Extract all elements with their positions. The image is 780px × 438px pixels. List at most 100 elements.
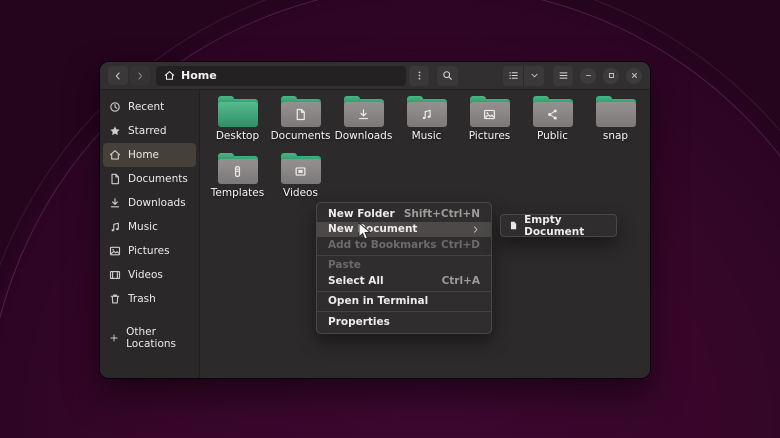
- sidebar-item-label: Recent: [128, 101, 165, 113]
- download-icon: [109, 197, 121, 209]
- submenu-item-label: Empty Document: [524, 213, 585, 238]
- folder-icon: [280, 96, 321, 127]
- folder-item[interactable]: Pictures: [458, 94, 521, 151]
- video-emblem-icon: [294, 165, 307, 178]
- close-button[interactable]: [626, 67, 642, 84]
- back-button[interactable]: [108, 66, 128, 85]
- menu-item-label: Properties: [328, 315, 390, 328]
- view-dropdown-button[interactable]: [524, 66, 544, 86]
- context-menu-item: Add to Bookmarks Ctrl+D: [317, 237, 491, 253]
- chevron-left-icon: [113, 71, 123, 81]
- forward-button[interactable]: [130, 66, 150, 85]
- menu-separator: [317, 254, 491, 256]
- sidebar-item[interactable]: Starred: [103, 119, 196, 143]
- new-document-submenu: Empty Document: [500, 214, 617, 238]
- view-toggle-split-button: [503, 65, 544, 86]
- music-icon: [420, 108, 433, 121]
- sidebar-item[interactable]: Other Locations: [103, 326, 196, 350]
- maximize-button[interactable]: [603, 67, 619, 84]
- sidebar-item-label: Videos: [128, 269, 163, 281]
- folder-item[interactable]: Desktop: [206, 94, 269, 151]
- list-view-button[interactable]: [503, 65, 524, 86]
- search-button[interactable]: [437, 65, 458, 86]
- folder-item[interactable]: Music: [395, 94, 458, 151]
- menu-item-label: Select All: [328, 274, 384, 287]
- folder-item[interactable]: Public: [521, 94, 584, 151]
- video-icon: [109, 269, 121, 281]
- home-icon: [109, 149, 121, 161]
- folder-label: Music: [411, 130, 442, 142]
- folder-icon: [280, 153, 321, 184]
- headerbar: Home: [100, 62, 650, 90]
- trash-icon: [109, 293, 121, 305]
- kebab-icon: [414, 70, 425, 81]
- plus-icon: [109, 332, 119, 344]
- list-view-icon: [508, 70, 519, 81]
- chevron-down-icon: [530, 71, 539, 80]
- folder-item[interactable]: Documents: [269, 94, 332, 151]
- menu-item-shortcut: Ctrl+A: [441, 274, 480, 287]
- folder-label: Videos: [283, 187, 318, 199]
- path-bar[interactable]: Home: [156, 65, 406, 86]
- folder-item[interactable]: Downloads: [332, 94, 395, 151]
- sidebar-item[interactable]: Pictures: [103, 239, 196, 263]
- sidebar-item[interactable]: Home: [103, 143, 196, 167]
- context-menu-item[interactable]: New Document: [317, 221, 491, 237]
- star-icon: [109, 125, 121, 137]
- sidebar-item[interactable]: Documents: [103, 167, 196, 191]
- menu-item-shortcut: Ctrl+D: [440, 238, 480, 251]
- sidebar-item-label: Downloads: [128, 197, 186, 209]
- submenu-item[interactable]: Empty Document: [503, 214, 614, 238]
- chevron-right-icon: [135, 71, 145, 81]
- sidebar-item[interactable]: Downloads: [103, 191, 196, 215]
- sidebar-item-label: Other Locations: [126, 326, 176, 350]
- sidebar-item[interactable]: Trash: [103, 287, 196, 311]
- context-menu-item: Paste: [317, 258, 491, 274]
- folder-item[interactable]: Videos: [269, 151, 332, 208]
- menu-button[interactable]: [553, 65, 573, 86]
- document-icon: [294, 108, 307, 121]
- context-menu-item[interactable]: New Folder Shift+Ctrl+N: [317, 206, 491, 222]
- menu-item-label: New Document: [328, 223, 418, 236]
- minimize-button[interactable]: [580, 67, 596, 84]
- sidebar-item-label: Starred: [128, 125, 167, 137]
- context-menu-item[interactable]: Select All Ctrl+A: [317, 273, 491, 289]
- mouse-cursor: [358, 222, 372, 240]
- download-icon: [357, 108, 370, 121]
- menu-item-label: Paste: [328, 259, 361, 272]
- folder-icon: [406, 96, 447, 127]
- sidebar-item-label: Trash: [128, 293, 156, 305]
- menu-item-label: Open in Terminal: [328, 295, 429, 308]
- folder-icon: [469, 96, 510, 127]
- folder-icon: [595, 96, 636, 127]
- context-menu: New Folder Shift+Ctrl+N New Document Add…: [316, 202, 492, 334]
- folder-label: snap: [602, 130, 629, 142]
- folder-icon: [217, 96, 258, 127]
- menu-separator: [317, 311, 491, 312]
- close-icon: [630, 71, 639, 80]
- minimize-icon: [584, 71, 593, 80]
- context-menu-item[interactable]: Open in Terminal: [317, 294, 491, 310]
- sidebar-item-label: Music: [128, 221, 158, 233]
- folder-item[interactable]: Templates: [206, 151, 269, 208]
- hamburger-icon: [558, 70, 569, 81]
- sidebar-item[interactable]: Recent: [103, 95, 196, 119]
- submenu-arrow-icon: [471, 225, 480, 234]
- music-icon: [109, 221, 121, 233]
- maximize-icon: [607, 71, 616, 80]
- view-options-button[interactable]: [409, 65, 429, 86]
- share-icon: [546, 108, 559, 121]
- template-icon: [231, 165, 244, 178]
- folder-icon: [217, 153, 258, 184]
- context-menu-item[interactable]: Properties: [317, 314, 491, 330]
- picture-icon: [109, 245, 121, 257]
- folder-icon: [532, 96, 573, 127]
- home-icon: [164, 70, 175, 81]
- sidebar-item[interactable]: Videos: [103, 263, 196, 287]
- folder-icon: [343, 96, 384, 127]
- folder-item[interactable]: snap: [584, 94, 647, 151]
- folder-label: Public: [536, 130, 569, 142]
- sidebar: Recent Starred Home Documents Downloads …: [100, 90, 200, 378]
- picture-icon: [483, 108, 496, 121]
- sidebar-item[interactable]: Music: [103, 215, 196, 239]
